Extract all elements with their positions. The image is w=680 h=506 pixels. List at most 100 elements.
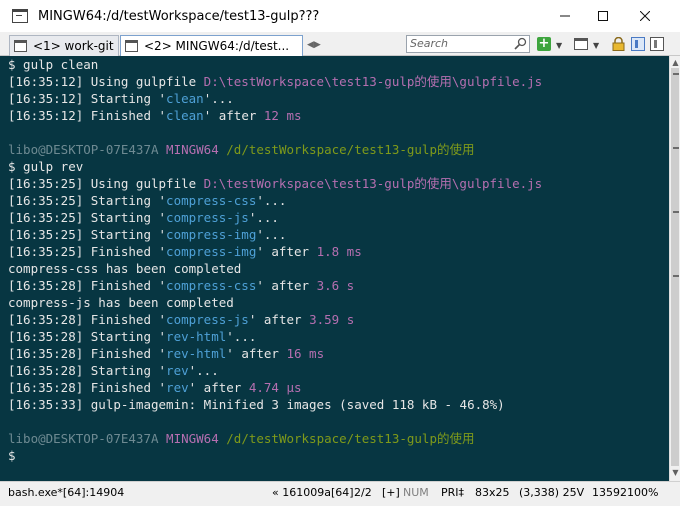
- tab-work-git[interactable]: <1> work-git: [9, 35, 119, 56]
- status-zoom[interactable]: 100%: [627, 486, 658, 499]
- status-cursor[interactable]: (3,338) 25V: [519, 486, 584, 499]
- lock-icon[interactable]: [612, 37, 625, 51]
- console-text: 12 ms: [263, 108, 302, 123]
- console-app-icon[interactable]: [12, 9, 28, 23]
- console-text: '...: [203, 91, 234, 106]
- status-size[interactable]: 83x25: [475, 486, 510, 499]
- tab-label: <1> work-git: [33, 39, 114, 53]
- console-line: [16:35:12] Starting 'clean'...: [8, 90, 669, 107]
- console-text: clean: [166, 91, 204, 106]
- console-text: ' after: [256, 244, 317, 259]
- console-text: compress-img: [166, 227, 257, 242]
- console-line: [16:35:25] Starting 'compress-css'...: [8, 192, 669, 209]
- console-text: [16:35:28] Starting ': [8, 363, 167, 378]
- console-line: [16:35:28] Finished 'rev-html' after 16 …: [8, 345, 669, 362]
- tab-scroll-icon[interactable]: ◀▶: [307, 40, 321, 50]
- status-num[interactable]: NUM: [403, 486, 429, 499]
- console-icon[interactable]: [574, 38, 588, 50]
- console-text: [16:35:28] Finished ': [8, 278, 167, 293]
- console-line: [16:35:28] Finished 'compress-css' after…: [8, 277, 669, 294]
- console-text: 3.6 s: [316, 278, 355, 293]
- status-console-index[interactable]: 2/2: [354, 486, 372, 499]
- search-icon[interactable]: [514, 37, 527, 50]
- console-text: compress-css: [166, 193, 257, 208]
- scroll-up-icon[interactable]: ▲: [671, 58, 680, 67]
- console-text: compress-css: [166, 278, 257, 293]
- minimize-icon: [560, 15, 570, 17]
- console-text: [16:35:25] Finished ': [8, 244, 167, 259]
- console-text: [16:35:25] Using gulpfile: [8, 176, 204, 191]
- console-text: '...: [248, 210, 279, 225]
- title-bar: MINGW64:/d/testWorkspace/test13-gulp???: [0, 0, 680, 32]
- console-text: $ gulp rev: [8, 159, 84, 174]
- console-text: clean: [166, 108, 204, 123]
- console-text: [16:35:12] Using gulpfile: [8, 74, 204, 89]
- console-output[interactable]: $ gulp clean [16:35:12] Using gulpfile D:…: [0, 56, 669, 481]
- console-text: ' after: [203, 108, 264, 123]
- console-text: libo@DESKTOP-07E437A: [8, 142, 167, 157]
- tab-mingw64[interactable]: <2> MINGW64:/d/test...: [120, 35, 303, 56]
- console-text: [16:35:12] Starting ': [8, 91, 167, 106]
- console-text: [16:35:25] Starting ': [8, 193, 167, 208]
- chevron-down-icon[interactable]: ▼: [593, 41, 603, 55]
- console-text: compress-js: [166, 312, 249, 327]
- console-line: [16:35:25] Finished 'compress-img' after…: [8, 243, 669, 260]
- status-pid[interactable]: 13592: [592, 486, 627, 499]
- console-text: '...: [188, 363, 219, 378]
- console-tab-icon: [14, 40, 27, 52]
- console-text: 16 ms: [286, 346, 325, 361]
- scroll-marker: [673, 275, 679, 277]
- console-text: $: [8, 448, 16, 463]
- console-text: [16:35:28] Finished ': [8, 380, 167, 395]
- console-text: D:\testWorkspace\test13-gulp的使用\gulpfile…: [203, 176, 543, 191]
- console-text: 1.8 ms: [316, 244, 362, 259]
- scroll-marker: [673, 211, 679, 213]
- console-line: $: [8, 447, 669, 464]
- console-text: [16:35:12] Finished ': [8, 108, 167, 123]
- close-button[interactable]: [622, 0, 668, 32]
- console-text: compress-img: [166, 244, 257, 259]
- console-text: rev-html: [166, 346, 227, 361]
- scroll-marker: [673, 147, 679, 149]
- status-priority[interactable]: PRI‡: [441, 486, 464, 499]
- search-input[interactable]: Search: [406, 35, 530, 53]
- status-insert[interactable]: [+]: [382, 486, 400, 499]
- console-line: [16:35:25] Using gulpfile D:\testWorkspa…: [8, 175, 669, 192]
- status-build[interactable]: « 161009a[64]: [272, 486, 354, 499]
- console-text: [16:35:25] Starting ': [8, 210, 167, 225]
- console-text: rev: [166, 380, 189, 395]
- console-text: compress-js has been completed: [8, 295, 234, 310]
- console-text: rev-html: [166, 329, 227, 344]
- split-view-icon[interactable]: [631, 37, 645, 51]
- console-text: ' after: [256, 278, 317, 293]
- console-text: [16:35:33] gulp-imagemin: Minified 3 ima…: [8, 397, 340, 412]
- console-text: [16:35:28] Finished ': [8, 312, 167, 327]
- new-console-button[interactable]: +: [537, 37, 551, 51]
- console-text: 3.59 s: [309, 312, 355, 327]
- scroll-down-icon[interactable]: ▼: [671, 468, 680, 477]
- maximize-button[interactable]: [580, 0, 626, 32]
- console-text: (saved 118 kB - 46.8%): [339, 397, 505, 412]
- vertical-scrollbar[interactable]: ▲ ▼: [669, 56, 680, 481]
- console-line: [16:35:25] Starting 'compress-js'...: [8, 209, 669, 226]
- console-line: [16:35:12] Finished 'clean' after 12 ms: [8, 107, 669, 124]
- tab-label: <2> MINGW64:/d/test...: [144, 39, 290, 53]
- console-line: [16:35:28] Starting 'rev-html'...: [8, 328, 669, 345]
- chevron-down-icon[interactable]: ▼: [556, 41, 566, 55]
- console-line: $ gulp rev: [8, 158, 669, 175]
- console-line: $ gulp clean: [8, 56, 669, 73]
- status-bar: bash.exe*[64]:14904 « 161009a[64] 2/2 [+…: [0, 481, 680, 506]
- console-text: 4.74 μs: [248, 380, 302, 395]
- console-line: [16:35:33] gulp-imagemin: Minified 3 ima…: [8, 396, 669, 413]
- console-tab-icon: [125, 40, 138, 52]
- scrollbar-thumb[interactable]: [671, 68, 679, 466]
- console-line: compress-js has been completed: [8, 294, 669, 311]
- console-text: [16:35:28] Starting ': [8, 329, 167, 344]
- console-text: '...: [226, 329, 257, 344]
- console-text: ' after: [188, 380, 249, 395]
- settings-view-icon[interactable]: [650, 37, 664, 51]
- console-text: [16:35:25] Starting ': [8, 227, 167, 242]
- console-text: /d/testWorkspace/test13-gulp的使用: [226, 142, 475, 157]
